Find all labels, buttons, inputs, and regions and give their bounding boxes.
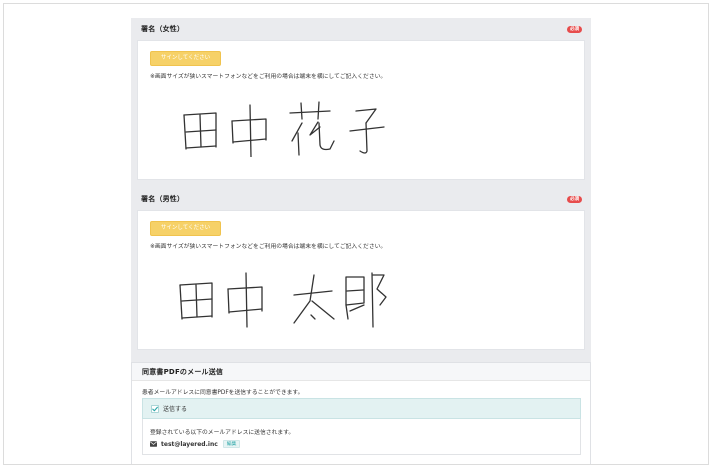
send-checkbox-row[interactable]: 送信する bbox=[142, 398, 581, 419]
send-label: 送信する bbox=[163, 406, 188, 413]
orientation-note: ※画面サイズが狭いスマートフォンなどをご利用の場合は端末を横にしてご記入ください… bbox=[150, 74, 387, 80]
male-signature-card[interactable]: サインしてください ※画面サイズが狭いスマートフォンなどをご利用の場合は端末を横… bbox=[137, 210, 585, 350]
mail-section-header: 同意書PDFのメール送信 bbox=[132, 363, 590, 381]
sign-button[interactable]: サインしてください bbox=[150, 51, 221, 66]
sign-button[interactable]: サインしてください bbox=[150, 221, 221, 236]
required-badge: 必須 bbox=[567, 195, 582, 203]
panel-title: 署名（女性） bbox=[141, 25, 185, 33]
panel-title: 同意書PDFのメール送信 bbox=[142, 367, 224, 376]
required-badge: 必須 bbox=[567, 25, 582, 33]
checkbox-checked-icon[interactable] bbox=[151, 404, 159, 413]
email-row: test@layered.inc 編集 bbox=[150, 440, 241, 448]
orientation-note: ※画面サイズが狭いスマートフォンなどをご利用の場合は端末を横にしてご記入ください… bbox=[150, 244, 387, 250]
female-signature-card[interactable]: サインしてください ※画面サイズが狭いスマートフォンなどをご利用の場合は端末を横… bbox=[137, 40, 585, 180]
mail-send-section: 同意書PDFのメール送信 患者メールアドレスに同意書PDFを送信することができま… bbox=[131, 362, 591, 464]
edit-button[interactable]: 編集 bbox=[222, 440, 241, 448]
mail-description: 患者メールアドレスに同意書PDFを送信することができます。 bbox=[142, 390, 304, 396]
handwritten-signature bbox=[179, 272, 387, 328]
email-address: test@layered.inc bbox=[161, 440, 218, 448]
form-column: 署名（女性） 必須 サインしてください ※画面サイズが狭いスマートフォンなどをご… bbox=[131, 18, 591, 464]
handwritten-signature bbox=[183, 101, 385, 158]
signature-drawing bbox=[170, 261, 400, 335]
male-signature-header: 署名（男性） 必須 bbox=[131, 188, 591, 210]
address-box: 登録されている以下のメールアドレスに送信されます。 test@layered.i… bbox=[142, 419, 581, 455]
signature-drawing bbox=[170, 97, 400, 161]
female-signature-header: 署名（女性） 必須 bbox=[131, 18, 591, 40]
panel-title: 署名（男性） bbox=[141, 195, 185, 203]
page-frame: 署名（女性） 必須 サインしてください ※画面サイズが狭いスマートフォンなどをご… bbox=[3, 3, 709, 465]
envelope-icon bbox=[150, 441, 157, 447]
address-description: 登録されている以下のメールアドレスに送信されます。 bbox=[150, 430, 295, 436]
